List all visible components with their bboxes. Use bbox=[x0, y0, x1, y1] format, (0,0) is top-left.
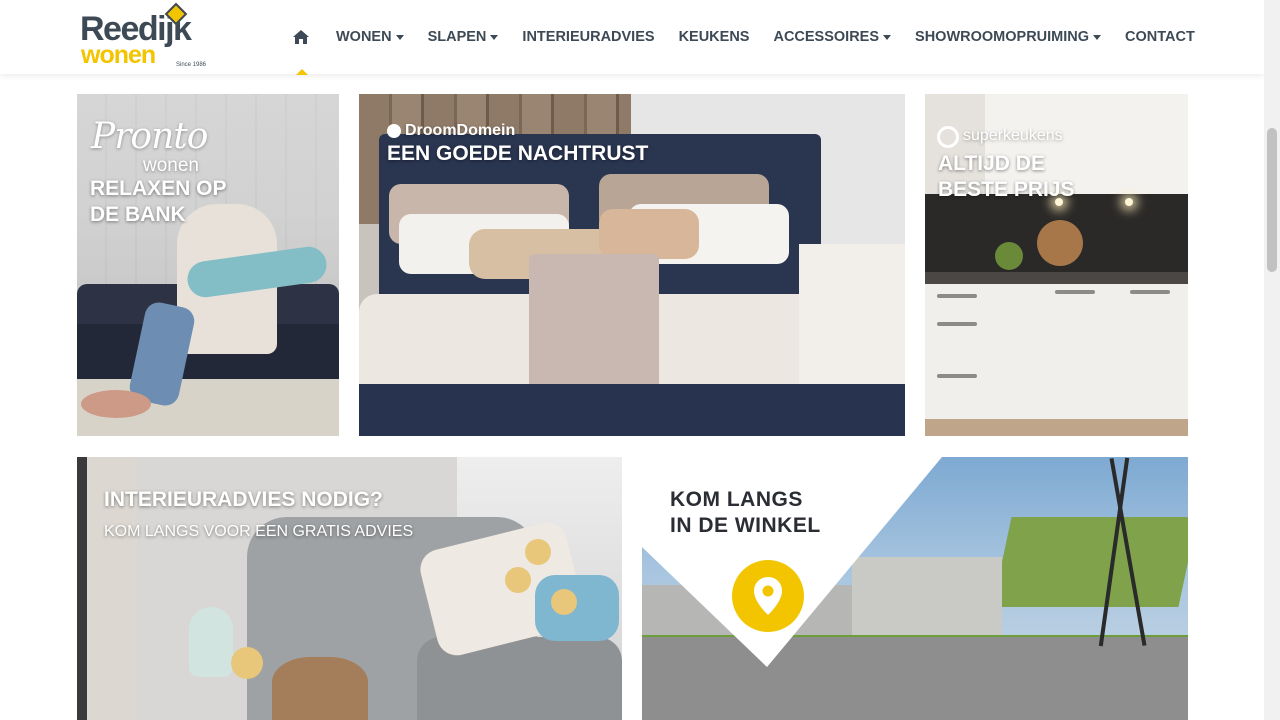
nav-item-accessoires[interactable]: ACCESSOIRES bbox=[773, 29, 892, 45]
logo-sub: wonen bbox=[81, 41, 156, 69]
location-pin-button[interactable] bbox=[732, 560, 804, 632]
nav-item-keukens[interactable]: KEUKENS bbox=[679, 29, 750, 45]
flower-image bbox=[231, 647, 263, 679]
road-image bbox=[642, 637, 1188, 720]
nav-label: INTERIEURADVIES bbox=[522, 29, 655, 45]
cutting-board-image bbox=[1037, 220, 1083, 266]
tile-subtitle: KOM LANGS VOOR EEN GRATIS ADVIES bbox=[104, 523, 414, 540]
droomdomein-logo-icon bbox=[387, 124, 401, 138]
tile-title-line: IN DE WINKEL bbox=[670, 514, 821, 537]
drawer-handle bbox=[937, 322, 977, 326]
caret-down-icon bbox=[1093, 34, 1102, 40]
nav-item-showroomopruiming[interactable]: SHOWROOMOPRUIMING bbox=[915, 29, 1102, 45]
blanket-image bbox=[535, 575, 619, 641]
location-pin-icon bbox=[754, 577, 782, 615]
tile-title-line: RELAXEN OP bbox=[90, 177, 227, 200]
nav-label: ACCESSOIRES bbox=[773, 29, 880, 45]
vase-image bbox=[189, 607, 233, 677]
drawer-handle bbox=[1055, 290, 1095, 294]
droomdomein-brand-logo: DroomDomein bbox=[405, 122, 516, 139]
superkeukens-logo-icon bbox=[937, 126, 959, 148]
home-icon bbox=[293, 30, 309, 44]
reedijk-wonen-logo[interactable]: Reedijk wonen Since 1986 bbox=[80, 2, 212, 72]
flower-image bbox=[551, 589, 577, 615]
stool-image bbox=[272, 657, 368, 720]
nav-home[interactable] bbox=[290, 0, 312, 75]
drawer-handle bbox=[1130, 290, 1170, 294]
caret-down-icon bbox=[395, 34, 404, 40]
caret-down-icon bbox=[490, 34, 499, 40]
page-scrollbar[interactable] bbox=[1264, 0, 1280, 720]
tile-title: EEN GOEDE NACHTRUST bbox=[387, 142, 649, 165]
lower-cabinets-image bbox=[925, 284, 1188, 419]
tile-title: ALTIJD DE BESTE PRIJS bbox=[938, 151, 1075, 203]
nav-label: CONTACT bbox=[1125, 29, 1195, 45]
tile-title: INTERIEURADVIES NODIG? bbox=[104, 488, 383, 511]
nav-item-contact[interactable]: CONTACT bbox=[1125, 29, 1195, 45]
logo-since: Since 1986 bbox=[176, 62, 207, 68]
store-building-image bbox=[852, 557, 1002, 642]
plant-image bbox=[995, 242, 1023, 270]
tile-title-line: ALTIJD DE bbox=[938, 152, 1045, 175]
pronto-brand-sub: wonen bbox=[143, 155, 199, 176]
site-header: Reedijk wonen Since 1986 WONEN SLAPEN IN… bbox=[0, 0, 1264, 75]
tile-superkeukens[interactable]: superkeukens ALTIJD DE BESTE PRIJS bbox=[925, 94, 1188, 436]
pillow-image bbox=[599, 209, 699, 259]
tile-pronto-wonen[interactable]: Pronto wonen RELAXEN OP DE BANK bbox=[77, 94, 339, 436]
nav-item-wonen[interactable]: WONEN bbox=[336, 29, 404, 45]
nav-item-interieuradvies[interactable]: INTERIEURADVIES bbox=[522, 29, 654, 45]
tile-title: KOM LANGS IN DE WINKEL bbox=[670, 487, 821, 539]
active-nav-indicator bbox=[296, 69, 308, 75]
flower-image bbox=[525, 539, 551, 565]
nav-label: KEUKENS bbox=[678, 29, 750, 45]
tile-title: RELAXEN OP DE BANK bbox=[90, 176, 227, 228]
bed-base-image bbox=[359, 384, 905, 436]
nav-label: WONEN bbox=[336, 29, 392, 45]
flower-image bbox=[505, 567, 531, 593]
tile-title-line: BESTE PRIJS bbox=[938, 178, 1075, 201]
bowl-image bbox=[81, 390, 151, 418]
tile-kom-langs-winkel[interactable]: KOM LANGS IN DE WINKEL bbox=[642, 457, 1188, 720]
pronto-brand-logo: Pronto bbox=[91, 116, 208, 157]
nav-item-slapen[interactable]: SLAPEN bbox=[428, 29, 499, 45]
floor-image bbox=[925, 419, 1188, 436]
caret-down-icon bbox=[883, 34, 892, 40]
nav-label: SLAPEN bbox=[427, 29, 487, 45]
nav-label: SHOWROOMOPRUIMING bbox=[915, 29, 1090, 45]
drawer-handle bbox=[937, 294, 977, 298]
drawer-handle bbox=[937, 374, 977, 378]
tile-interieuradvies[interactable]: INTERIEURADVIES NODIG? KOM LANGS VOOR EE… bbox=[77, 457, 622, 720]
scrollbar-thumb[interactable] bbox=[1267, 128, 1277, 272]
main-nav: WONEN SLAPEN INTERIEURADVIES KEUKENS ACC… bbox=[290, 0, 1195, 75]
tile-title-line: KOM LANGS bbox=[670, 488, 803, 511]
bedspread-image bbox=[799, 244, 905, 384]
tile-droomdomein[interactable]: DroomDomein EEN GOEDE NACHTRUST bbox=[359, 94, 905, 436]
tile-title-line: DE BANK bbox=[90, 203, 186, 226]
countertop-image bbox=[925, 272, 1188, 284]
light-image bbox=[1125, 198, 1133, 206]
superkeukens-brand-logo: superkeukens bbox=[963, 127, 1063, 144]
green-building-image bbox=[992, 517, 1188, 607]
